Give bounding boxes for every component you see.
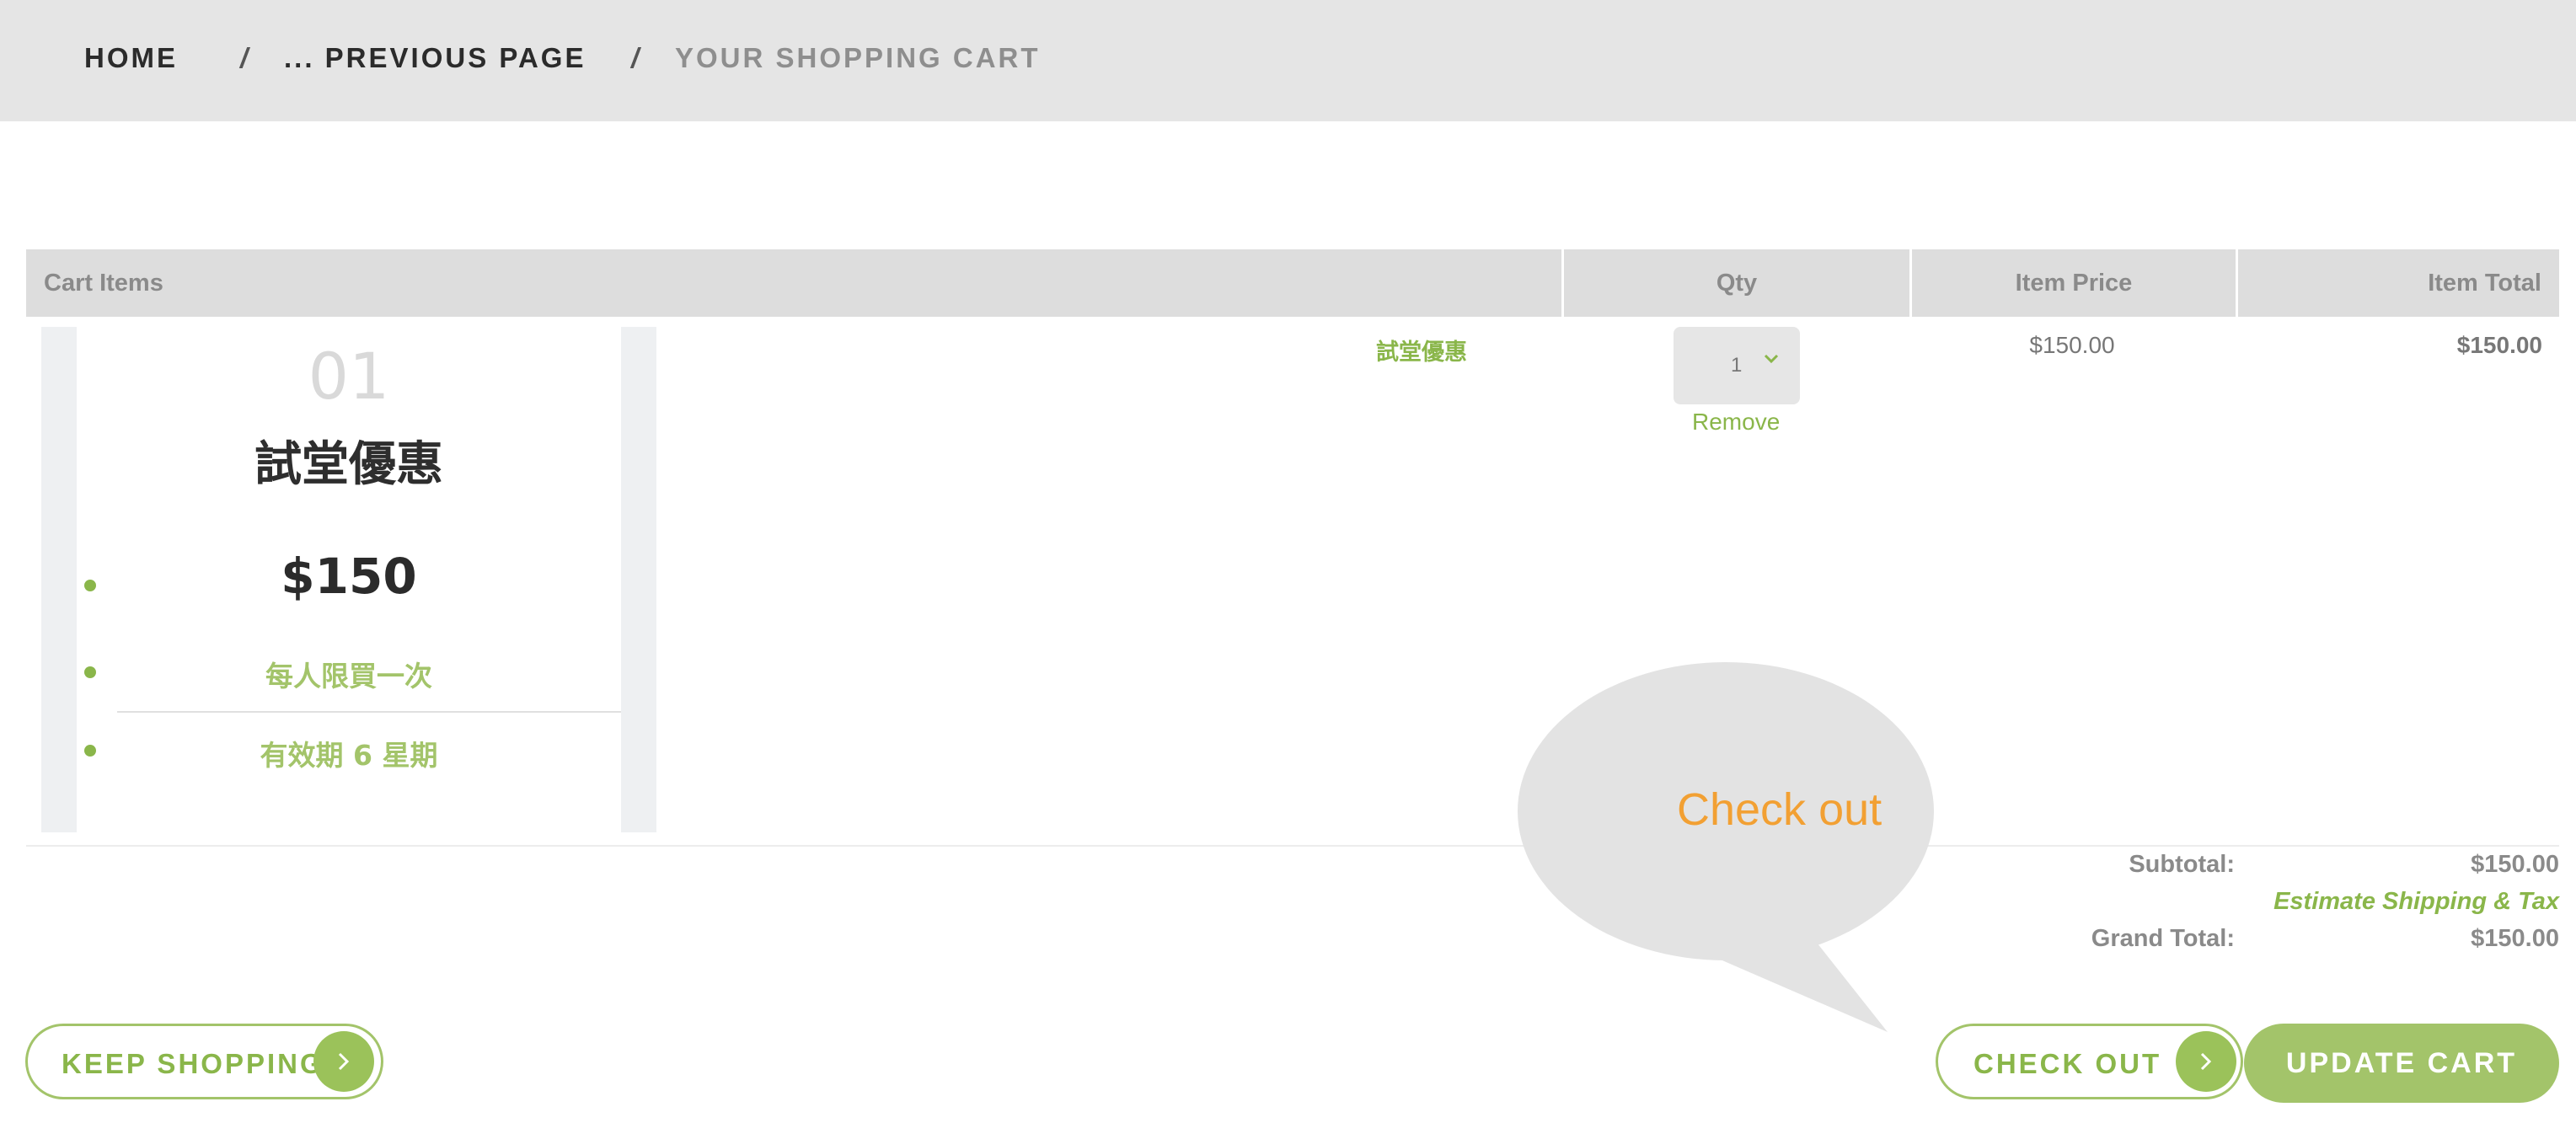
callout-text: Check out xyxy=(1677,784,1882,835)
product-image-line-1: 每人限買一次 xyxy=(265,660,432,692)
cart-table-header: Cart Items Qty Item Price Item Total xyxy=(26,249,2559,317)
qty-select[interactable]: 1 xyxy=(1674,327,1800,404)
breadcrumb-home[interactable]: HOME xyxy=(84,42,178,74)
breadcrumb-separator: / xyxy=(240,42,249,73)
chevron-down-icon xyxy=(1764,354,1779,364)
keep-shopping-label: KEEP SHOPPING xyxy=(62,1048,324,1079)
bullet-icon xyxy=(84,666,96,678)
remove-link[interactable]: Remove xyxy=(1692,409,1780,436)
grand-total-value: $150.00 xyxy=(2471,925,2559,952)
product-image-title: 試堂優惠 xyxy=(254,437,443,492)
check-out-label: CHECK OUT xyxy=(1974,1048,2162,1079)
breadcrumb-previous-page[interactable]: ... PREVIOUS PAGE xyxy=(284,42,586,74)
subtotal-label: Subtotal: xyxy=(2129,851,2235,878)
header-qty: Qty xyxy=(1564,249,1909,317)
product-image-number: 01 xyxy=(308,339,390,414)
breadcrumb: HOME / ... PREVIOUS PAGE / YOUR SHOPPING… xyxy=(0,0,2576,121)
product-name-link[interactable]: 試堂優惠 xyxy=(1376,334,1467,366)
grand-total-label: Grand Total: xyxy=(2091,925,2235,952)
row-divider xyxy=(26,845,2559,847)
product-image-card: 01 試堂優惠 $150 每人限買一次 有效期 6 星期 xyxy=(77,327,621,832)
update-cart-label: UPDATE CART xyxy=(2285,1047,2518,1079)
product-image-divider xyxy=(117,711,621,713)
header-cart-items: Cart Items xyxy=(26,249,1561,317)
breadcrumb-separator: / xyxy=(631,42,640,73)
item-total: $150.00 xyxy=(2456,332,2542,358)
bullet-icon xyxy=(84,580,96,591)
product-image-line-2: 有效期 6 星期 xyxy=(260,739,438,772)
check-out-button[interactable]: CHECK OUT xyxy=(1936,1024,2243,1099)
keep-shopping-button[interactable]: KEEP SHOPPING xyxy=(25,1024,383,1099)
estimate-shipping-link[interactable]: Estimate Shipping & Tax xyxy=(2138,888,2559,916)
item-price: $150.00 xyxy=(2029,332,2115,358)
header-item-price: Item Price xyxy=(1912,249,2236,317)
chevron-right-icon xyxy=(2176,1031,2236,1092)
bullet-icon xyxy=(84,745,96,757)
breadcrumb-current: YOUR SHOPPING CART xyxy=(675,42,1041,73)
qty-value: 1 xyxy=(1731,354,1743,377)
product-image[interactable]: 01 試堂優惠 $150 每人限買一次 有效期 6 星期 xyxy=(41,327,656,832)
product-image-price: $150 xyxy=(281,548,417,605)
update-cart-button[interactable]: UPDATE CART xyxy=(2244,1024,2559,1103)
chevron-right-icon xyxy=(313,1031,374,1092)
check-out-callout xyxy=(1518,662,1934,1032)
header-item-total: Item Total xyxy=(2238,249,2559,317)
subtotal-value: $150.00 xyxy=(2471,851,2559,878)
